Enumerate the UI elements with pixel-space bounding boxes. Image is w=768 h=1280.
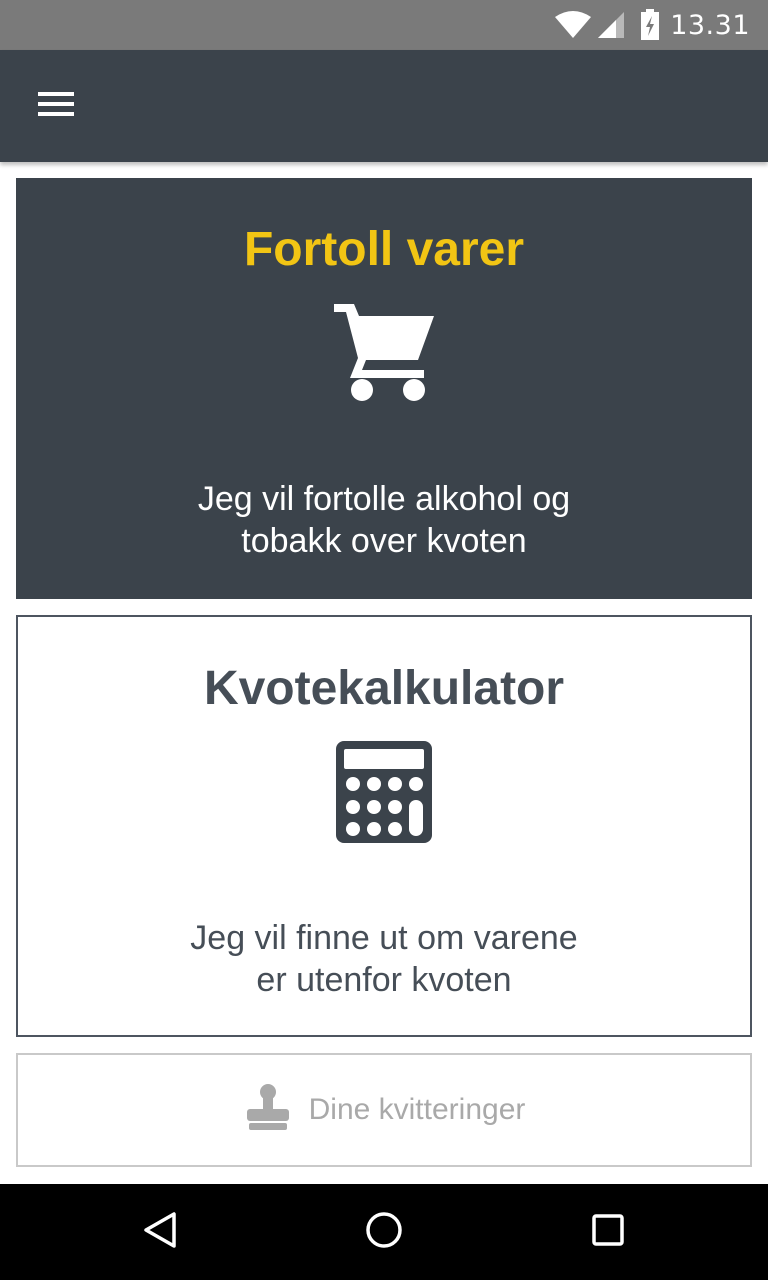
home-icon <box>364 1210 404 1255</box>
signal-icon <box>596 11 626 39</box>
back-button[interactable] <box>130 1202 190 1262</box>
menu-button[interactable] <box>26 80 86 132</box>
back-icon <box>140 1210 180 1255</box>
quota-calculator-card[interactable]: Kvotekalkulator Jeg vil finne ut om vare… <box>16 615 752 1037</box>
home-button[interactable] <box>354 1202 414 1262</box>
receipts-label: Dine kvitteringer <box>308 1093 526 1126</box>
status-icons: 13.31 <box>554 0 750 50</box>
recents-icon <box>588 1210 628 1255</box>
shopping-cart-icon <box>332 300 436 409</box>
app-bar <box>0 50 768 162</box>
quota-calculator-title: Kvotekalkulator <box>203 662 565 715</box>
battery-charging-icon <box>640 9 660 41</box>
hamburger-menu-icon <box>36 89 76 124</box>
declare-goods-description: Jeg vil fortolle alkohol og tobakk over … <box>197 480 571 560</box>
recents-button[interactable] <box>578 1202 638 1262</box>
status-bar: 13.31 <box>0 0 768 50</box>
calculator-icon <box>334 739 434 850</box>
declare-goods-card[interactable]: Fortoll varer Jeg vil fortolle alkohol o… <box>16 178 752 599</box>
stamp-icon <box>243 1083 293 1138</box>
wifi-icon <box>554 11 592 39</box>
quota-calculator-description: Jeg vil finne ut om varene er utenfor kv… <box>190 919 578 999</box>
receipts-button[interactable]: Dine kvitteringer <box>16 1053 752 1167</box>
declare-goods-title: Fortoll varer <box>243 223 525 276</box>
status-time: 13.31 <box>670 9 750 41</box>
navigation-bar <box>0 1184 768 1280</box>
